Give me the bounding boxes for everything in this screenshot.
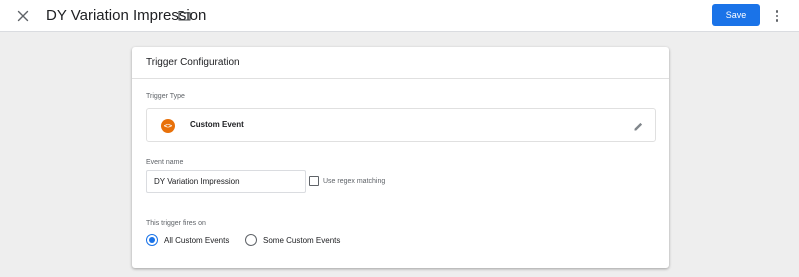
custom-event-icon: <>	[161, 119, 175, 133]
event-name-label: Event name	[146, 159, 184, 166]
regex-checkbox[interactable]	[309, 176, 319, 186]
trigger-type-label: Trigger Type	[146, 93, 185, 100]
regex-label: Use regex matching	[323, 177, 386, 185]
radio-label: Some Custom Events	[263, 235, 341, 245]
regex-matching-toggle[interactable]: Use regex matching	[309, 176, 385, 186]
card-title: Trigger Configuration	[132, 47, 669, 79]
radio-button[interactable]	[245, 234, 257, 246]
folder-icon[interactable]	[177, 8, 191, 22]
fires-on-label: This trigger fires on	[146, 220, 206, 227]
event-name-input[interactable]	[146, 170, 306, 193]
close-icon[interactable]	[14, 7, 32, 25]
trigger-type-selector[interactable]: <> Custom Event	[146, 108, 656, 142]
radio-button-selected[interactable]	[146, 234, 158, 246]
save-button[interactable]: Save	[712, 4, 760, 26]
radio-all-custom-events[interactable]: All Custom Events	[146, 234, 229, 246]
top-bar: DY Variation Impression Save	[0, 0, 799, 32]
edit-pencil-icon[interactable]	[632, 120, 644, 132]
more-vert-icon[interactable]	[771, 7, 783, 25]
trigger-type-name: Custom Event	[190, 120, 244, 129]
radio-some-custom-events[interactable]: Some Custom Events	[245, 234, 340, 246]
trigger-configuration-card: Trigger Configuration Trigger Type <> Cu…	[132, 47, 669, 268]
radio-label: All Custom Events	[164, 235, 230, 245]
